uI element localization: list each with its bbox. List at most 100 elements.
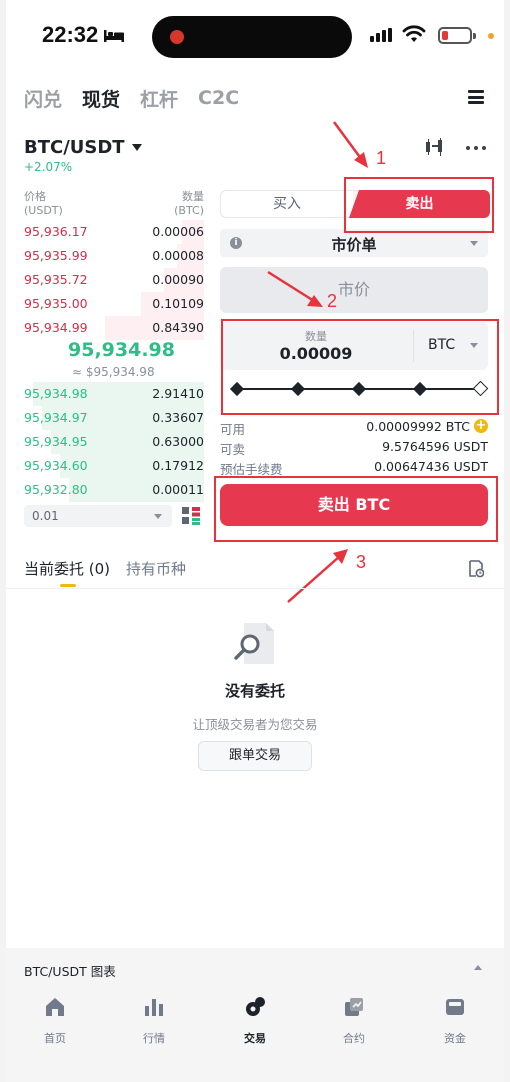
more-options-icon[interactable] xyxy=(466,146,486,150)
bid-price: 95,934.97 xyxy=(24,410,88,425)
nav-label: 合约 xyxy=(343,1032,365,1045)
home-icon xyxy=(46,998,64,1016)
sellable-row: 可卖 9.5764596 USDT xyxy=(220,439,488,457)
candlestick-chart-icon[interactable] xyxy=(424,138,444,156)
bid-price: 95,934.98 xyxy=(24,386,88,401)
chevron-up-icon[interactable] xyxy=(474,965,482,970)
last-price-usd: ≈ $95,934.98 xyxy=(72,365,155,379)
active-tab-indicator xyxy=(60,584,76,587)
recording-indicator-icon xyxy=(170,30,184,44)
nav-label: 行情 xyxy=(143,1032,165,1045)
chart-toggle-label: BTC/USDT 图表 xyxy=(24,964,116,979)
tab-margin[interactable]: 杠杆 xyxy=(140,85,178,112)
caret-down-icon xyxy=(470,241,478,246)
bid-price: 95,934.95 xyxy=(24,434,88,449)
top-tabs: 闪兑 现货 杠杆 C2C xyxy=(24,84,239,112)
bid-qty: 0.17912 xyxy=(152,458,204,473)
sleep-focus-icon xyxy=(104,30,124,42)
order-book-layout-icon[interactable] xyxy=(182,507,200,525)
phone-screen: 22:32 闪兑 现货 杠杆 C2C BTC/USDT +2.07% 价格 (U… xyxy=(6,0,504,1082)
tab-open-orders[interactable]: 当前委托 (0) xyxy=(24,558,110,579)
empty-state-subtitle: 让顶级交易者为您交易 xyxy=(192,717,318,732)
chart-toggle-bar[interactable]: BTC/USDT 图表 xyxy=(6,948,504,988)
price-unit: (USDT) xyxy=(24,204,63,217)
caret-down-icon[interactable] xyxy=(132,144,142,151)
battery-icon xyxy=(438,27,476,44)
annotation-box-2 xyxy=(221,319,499,415)
precision-select[interactable]: 0.01 xyxy=(24,505,172,527)
ask-row[interactable]: 95,934.99 0.84390 xyxy=(24,316,204,340)
tab-c2c[interactable]: C2C xyxy=(198,87,239,109)
dynamic-island xyxy=(152,16,352,58)
qty-header: 数量 xyxy=(182,190,204,203)
empty-state-title: 没有委托 xyxy=(224,682,285,700)
pair-selector[interactable]: BTC/USDT xyxy=(24,137,125,158)
tab-convert[interactable]: 闪兑 xyxy=(24,85,62,112)
nav-futures[interactable]: 合约 xyxy=(314,996,394,1046)
nav-home[interactable]: 首页 xyxy=(15,996,95,1046)
wallet-icon xyxy=(446,999,464,1015)
bid-row[interactable]: 95,934.98 2.91410 xyxy=(24,382,204,406)
annotation-number-1: 1 xyxy=(376,148,387,168)
available-value: 0.00009992 BTC xyxy=(366,419,470,434)
annotation-box-3 xyxy=(214,476,498,542)
ask-price: 95,936.17 xyxy=(24,224,88,239)
ask-row[interactable]: 95,935.99 0.00008 xyxy=(24,244,204,268)
price-change: +2.07% xyxy=(24,160,73,174)
bid-qty: 0.63000 xyxy=(152,434,204,449)
bid-price: 95,932.80 xyxy=(24,482,88,497)
buy-tab[interactable]: 买入 xyxy=(221,191,353,217)
precision-value: 0.01 xyxy=(32,509,59,523)
add-funds-icon[interactable]: + xyxy=(474,419,488,433)
trade-icon xyxy=(246,997,265,1016)
annotation-number-3: 3 xyxy=(356,552,367,572)
nav-wallet[interactable]: 资金 xyxy=(415,996,495,1046)
ask-row[interactable]: 95,936.17 0.00006 xyxy=(24,220,204,244)
privacy-indicator-icon xyxy=(488,33,494,39)
nav-label: 交易 xyxy=(244,1032,266,1045)
nav-trade[interactable]: 交易 xyxy=(215,996,295,1046)
caret-down-icon xyxy=(154,514,162,519)
available-row: 可用 0.00009992 BTC + xyxy=(220,419,488,437)
annotation-box-1 xyxy=(344,177,494,233)
ask-qty: 0.00008 xyxy=(152,248,204,263)
bid-row[interactable]: 95,934.97 0.33607 xyxy=(24,406,204,430)
order-type-label: 市价单 xyxy=(331,236,377,254)
ask-qty: 0.84390 xyxy=(152,320,204,335)
sellable-value: 9.5764596 USDT xyxy=(382,439,488,454)
ask-price: 95,935.72 xyxy=(24,272,88,287)
nav-label: 资金 xyxy=(444,1032,466,1045)
bid-row[interactable]: 95,934.60 0.17912 xyxy=(24,454,204,478)
tab-spot[interactable]: 现货 xyxy=(82,85,120,112)
menu-icon[interactable] xyxy=(468,90,484,104)
nav-markets[interactable]: 行情 xyxy=(114,996,194,1046)
ask-row[interactable]: 95,935.72 0.00090 xyxy=(24,268,204,292)
empty-document-icon xyxy=(234,623,274,664)
order-type-select[interactable]: i 市价单 xyxy=(220,229,488,257)
price-header: 价格 xyxy=(24,190,46,203)
bid-qty: 2.91410 xyxy=(152,386,204,401)
ask-qty: 0.10109 xyxy=(152,296,204,311)
annotation-number-2: 2 xyxy=(327,291,338,311)
bid-row[interactable]: 95,934.95 0.63000 xyxy=(24,430,204,454)
bid-qty: 0.33607 xyxy=(152,410,204,425)
tab-holdings[interactable]: 持有币种 xyxy=(126,558,186,579)
futures-icon xyxy=(345,998,363,1016)
qty-unit: (BTC) xyxy=(174,204,204,217)
annotation-arrow-3 xyxy=(287,549,348,603)
last-price[interactable]: 95,934.98 xyxy=(68,339,175,361)
ask-qty: 0.00090 xyxy=(152,272,204,287)
fee-row: 预估手续费 0.00647436 USDT xyxy=(220,459,488,477)
ask-price: 95,935.00 xyxy=(24,296,88,311)
copy-trading-button[interactable]: 跟单交易 xyxy=(198,741,312,771)
ask-qty: 0.00006 xyxy=(152,224,204,239)
ask-price: 95,935.99 xyxy=(24,248,88,263)
nav-label: 首页 xyxy=(44,1032,66,1045)
bid-row[interactable]: 95,932.80 0.00011 xyxy=(24,478,204,502)
ask-row[interactable]: 95,935.00 0.10109 xyxy=(24,292,204,316)
ask-price: 95,934.99 xyxy=(24,320,88,335)
sellable-label: 可卖 xyxy=(220,442,246,457)
order-history-icon[interactable] xyxy=(468,560,484,578)
section-divider xyxy=(6,588,504,589)
bid-price: 95,934.60 xyxy=(24,458,88,473)
